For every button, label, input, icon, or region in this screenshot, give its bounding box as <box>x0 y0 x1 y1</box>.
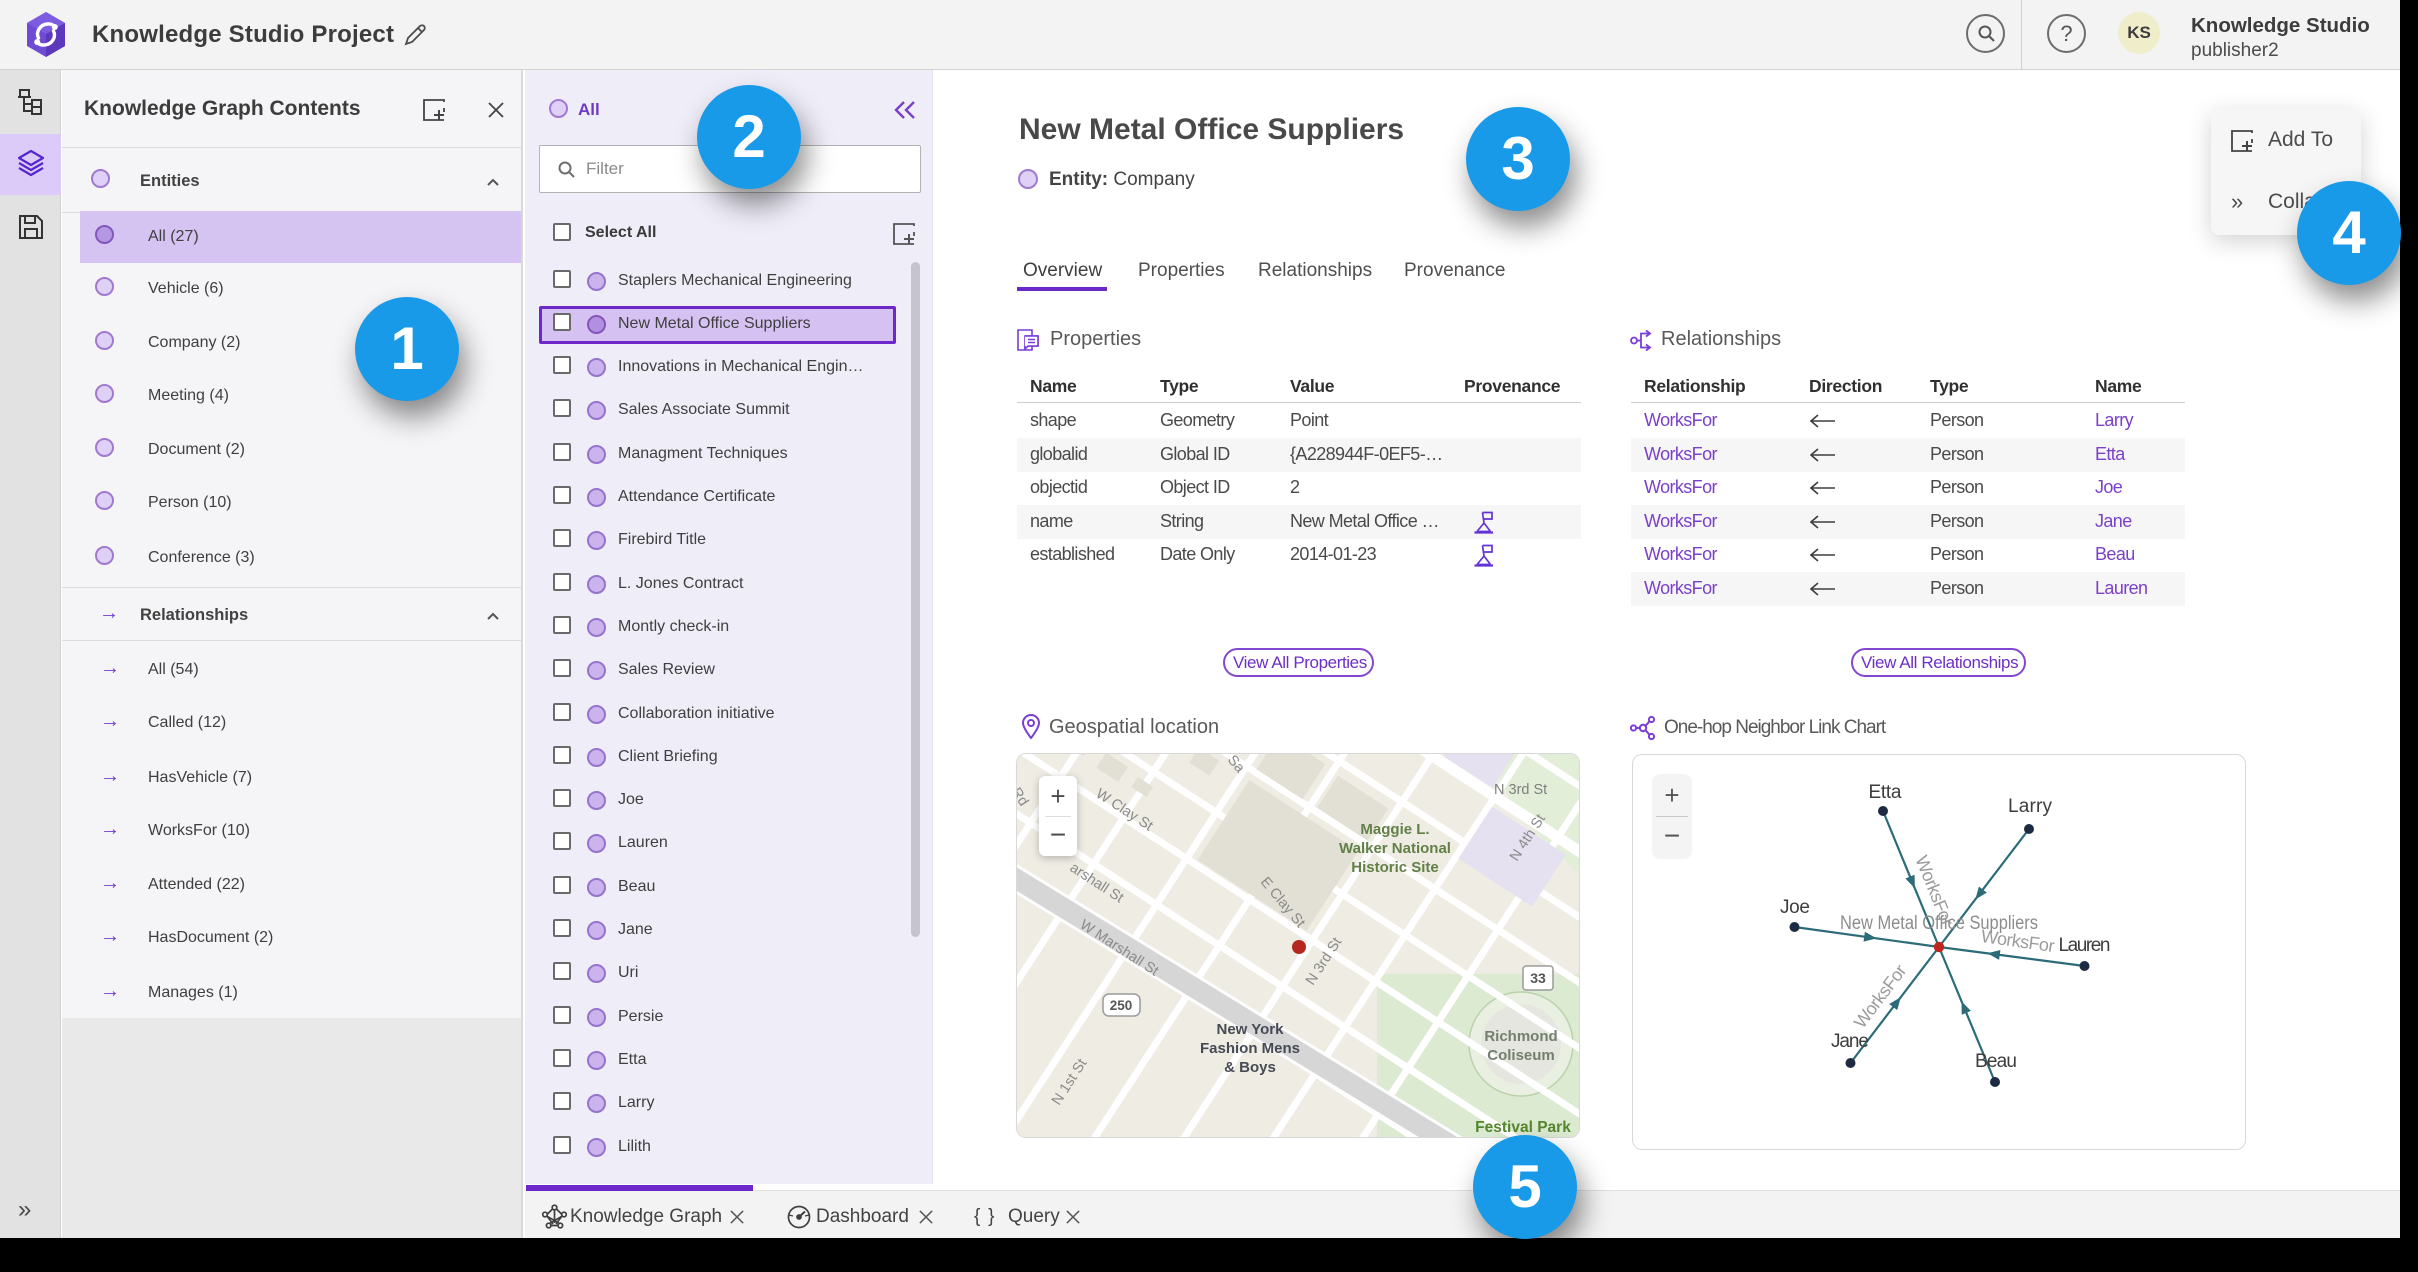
svg-text:Larry: Larry <box>2008 796 2053 817</box>
svg-text:WorksFor: WorksFor <box>1980 926 2056 956</box>
svg-text:Richmond: Richmond <box>1484 1028 1557 1045</box>
svg-text:33: 33 <box>1530 970 1546 986</box>
svg-text:Etta: Etta <box>1869 782 1902 803</box>
svg-text:Festival Park: Festival Park <box>1475 1119 1571 1136</box>
svg-text:Coliseum: Coliseum <box>1487 1047 1555 1064</box>
svg-text:New York: New York <box>1217 1021 1285 1038</box>
svg-text:& Boys: & Boys <box>1224 1059 1276 1076</box>
svg-text:Beau: Beau <box>1975 1051 2017 1072</box>
svg-text:Jane: Jane <box>1831 1031 1869 1052</box>
svg-text:Fashion Mens: Fashion Mens <box>1200 1040 1300 1057</box>
svg-text:250: 250 <box>1110 998 1133 1013</box>
svg-text:Joe: Joe <box>1780 897 1810 918</box>
svg-text:Historic Site: Historic Site <box>1351 859 1439 876</box>
svg-text:N 3rd St: N 3rd St <box>1494 782 1547 798</box>
svg-text:Walker National: Walker National <box>1339 840 1451 857</box>
svg-text:Maggie L.: Maggie L. <box>1360 821 1429 838</box>
svg-text:Lauren: Lauren <box>2059 935 2111 956</box>
